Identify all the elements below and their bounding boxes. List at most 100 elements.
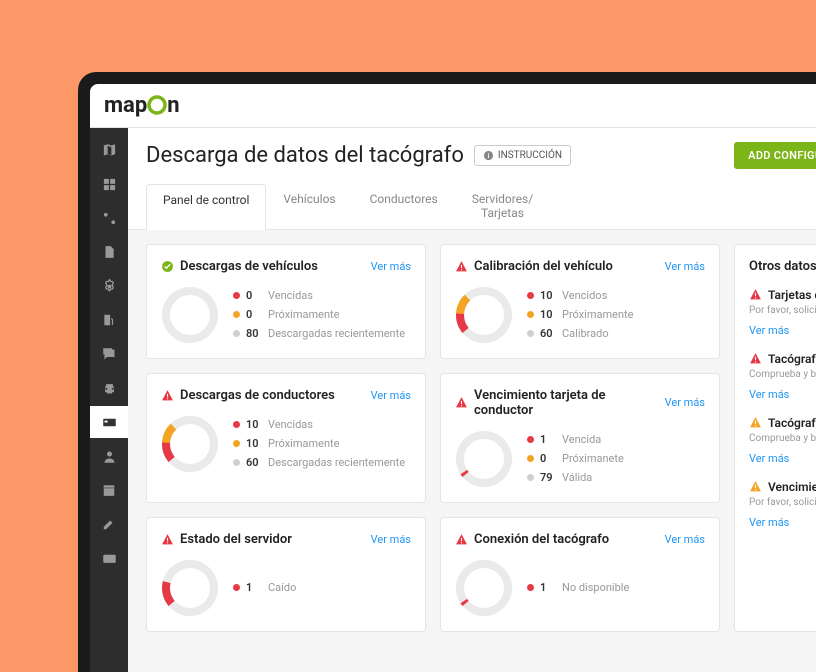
ver-mas-link[interactable]: Ver más [749, 516, 789, 529]
sidebar-edit[interactable] [90, 508, 128, 540]
dot-yellow-icon [233, 440, 240, 447]
card-title: Descargas de conductores [180, 388, 365, 403]
sidebar-tacho[interactable] [90, 406, 128, 438]
stat-label: Vencidas [268, 289, 313, 302]
side-item-desc: Comprueba y bloc empresa [749, 433, 816, 444]
sidebar-fuel[interactable] [90, 304, 128, 336]
dot-red-icon [233, 421, 240, 428]
dot-red-icon [233, 292, 240, 299]
add-config-button[interactable]: ADD CONFIGURATION [734, 142, 816, 169]
stat-label: No disponible [562, 581, 629, 594]
dot-red-icon [233, 584, 240, 591]
tab-veh-culos[interactable]: Vehículos [266, 183, 352, 229]
warning-icon [749, 288, 762, 301]
ver-mas-link[interactable]: Ver más [665, 396, 705, 409]
donut-chart [161, 415, 219, 473]
card-title: Estado del servidor [180, 532, 365, 547]
stat-row: 60 Descargadas recientemente [233, 456, 405, 469]
dot-gray-icon [233, 459, 240, 466]
stat-label: Vencida [562, 433, 601, 446]
side-item-desc: Por favor, solicita [749, 497, 816, 508]
tab-servidores-tarjetas[interactable]: Servidores/Tarjetas [455, 183, 550, 229]
sidebar-vehicle[interactable] [90, 372, 128, 404]
stat-row: 10 Próximamente [527, 308, 633, 321]
other-data-panel: Otros datos Tarjetas de e Por favor, sol… [734, 244, 816, 632]
topbar: mapn E-shop [90, 84, 816, 128]
stat-label: Próximamente [268, 308, 339, 321]
dot-gray-icon [527, 474, 534, 481]
dot-gray-icon [527, 330, 534, 337]
stat-row: 60 Calibrado [527, 327, 633, 340]
stat-value: 60 [246, 456, 262, 469]
warning-icon [749, 352, 762, 365]
warning-icon [749, 416, 762, 429]
ver-mas-link[interactable]: Ver más [749, 324, 789, 337]
tab-conductores[interactable]: Conductores [353, 183, 455, 229]
stat-row: 0 Vencidas [233, 289, 405, 302]
sidebar-user[interactable] [90, 440, 128, 472]
stat-value: 10 [540, 289, 556, 302]
ver-mas-link[interactable]: Ver más [749, 388, 789, 401]
card-estado-del-servidor: Estado del servidor Ver más 1 Caído [146, 517, 426, 632]
dot-yellow-icon [527, 455, 534, 462]
dot-yellow-icon [527, 311, 534, 318]
card-calibraci-n-del-veh-culo: Calibración del vehículo Ver más 10 Venc… [440, 244, 720, 359]
stat-value: 0 [246, 308, 262, 321]
stat-row: 0 Próximanete [527, 452, 624, 465]
stat-label: Válida [562, 471, 592, 484]
sidebar-document[interactable] [90, 236, 128, 268]
main-content: Descarga de datos del tacógrafo i INSTRU… [128, 128, 816, 672]
page-title: Descarga de datos del tacógrafo [146, 143, 464, 168]
ver-mas-link[interactable]: Ver más [749, 452, 789, 465]
device-frame: mapn E-shop Descarga de datos del tacógr… [78, 72, 816, 672]
stat-label: Caído [268, 581, 296, 594]
ver-mas-link[interactable]: Ver más [665, 533, 705, 546]
side-item: Tacógrafo s Comprueba y bloc empresa Ver… [749, 352, 816, 402]
stat-label: Descargadas recientemente [268, 327, 405, 340]
side-item-title: Tacógrafo s [768, 352, 816, 366]
donut-chart [455, 559, 513, 617]
page-header: Descarga de datos del tacógrafo i INSTRU… [128, 128, 816, 230]
sidebar-map[interactable] [90, 134, 128, 166]
dot-red-icon [527, 292, 534, 299]
instruction-button[interactable]: i INSTRUCCIÓN [474, 145, 571, 166]
card-stats: 1 No disponible [527, 581, 629, 594]
ver-mas-link[interactable]: Ver más [371, 389, 411, 402]
side-item-title: Vencimiento empresa: 12 [768, 480, 816, 494]
check-icon [161, 260, 174, 273]
stat-label: Vencidos [562, 289, 607, 302]
ver-mas-link[interactable]: Ver más [371, 260, 411, 273]
side-panel-title: Otros datos [749, 259, 816, 274]
card-descargas-de-veh-culos: Descargas de vehículos Ver más 0 Vencida… [146, 244, 426, 359]
card-stats: 1 Vencida 0 Próximanete 79 Válida [527, 433, 624, 484]
sidebar-calendar[interactable] [90, 474, 128, 506]
stat-label: Calibrado [562, 327, 609, 340]
sidebar-settings[interactable] [90, 270, 128, 302]
sidebar-location[interactable] [90, 202, 128, 234]
card-stats: 10 Vencidas 10 Próximamente 60 Descargad… [233, 418, 405, 469]
ver-mas-link[interactable]: Ver más [371, 533, 411, 546]
stat-label: Descargadas recientemente [268, 456, 405, 469]
card-title: Vencimiento tarjeta de conductor [474, 388, 659, 418]
side-item: Vencimiento empresa: 12 Por favor, solic… [749, 480, 816, 530]
donut-chart [455, 430, 513, 488]
stat-label: Próximamente [562, 308, 633, 321]
side-item-title: Tarjetas de e [768, 288, 816, 302]
side-item: Tarjetas de e Por favor, solicita Ver má… [749, 288, 816, 338]
card-conexi-n-del-tac-grafo: Conexión del tacógrafo Ver más 1 No disp… [440, 517, 720, 632]
stat-row: 0 Próximamente [233, 308, 405, 321]
sidebar-chat[interactable] [90, 338, 128, 370]
card-vencimiento-tarjeta-de-conductor: Vencimiento tarjeta de conductor Ver más… [440, 373, 720, 503]
sidebar [90, 128, 128, 672]
info-icon: i [483, 150, 494, 161]
warning-icon [455, 533, 468, 546]
side-item-desc: Comprueba y bloc empresa [749, 369, 816, 380]
ver-mas-link[interactable]: Ver más [665, 260, 705, 273]
instruction-label: INSTRUCCIÓN [498, 150, 562, 161]
sidebar-dashboard[interactable] [90, 168, 128, 200]
sidebar-card[interactable] [90, 542, 128, 574]
tab-panel-de-control[interactable]: Panel de control [146, 184, 266, 230]
stat-row: 1 Caído [233, 581, 296, 594]
side-item-desc: Por favor, solicita [749, 305, 816, 316]
stat-value: 1 [540, 581, 556, 594]
